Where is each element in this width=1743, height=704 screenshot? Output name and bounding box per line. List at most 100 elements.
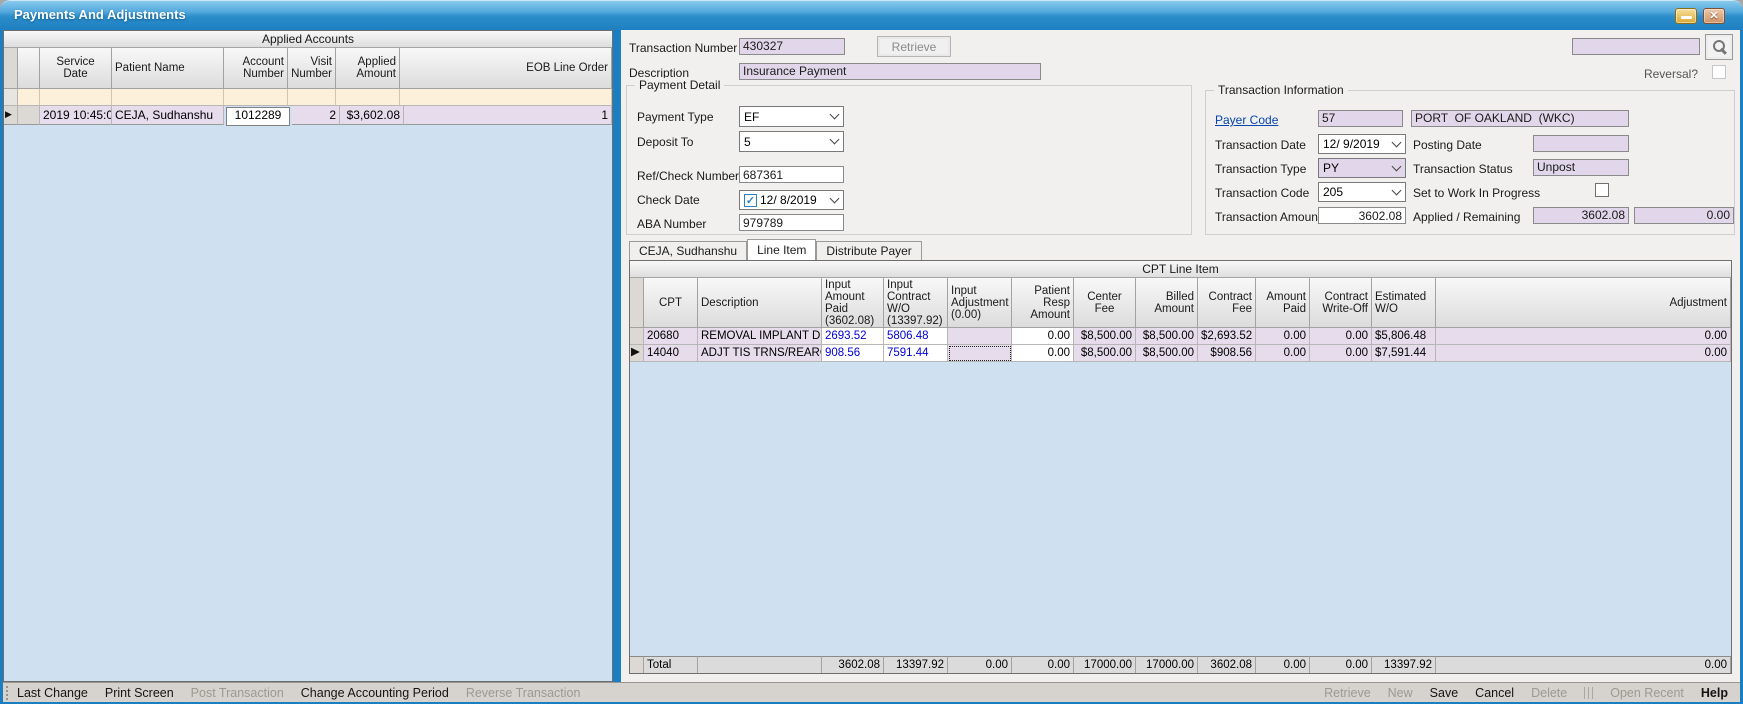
cell-description[interactable]: ADJT TIS TRNS/REARGM xyxy=(698,345,822,362)
posting-date-field xyxy=(1533,135,1629,152)
row-indicator-icon: ▶ xyxy=(4,106,18,125)
filter-cell[interactable] xyxy=(112,89,224,106)
filter-cell[interactable] xyxy=(288,89,336,106)
cell-contract-fee[interactable]: $908.56 xyxy=(1198,345,1256,362)
cell-input-contract-wo[interactable]: 5806.48 xyxy=(884,328,948,345)
main-area: Applied Accounts Service Date Patient Na… xyxy=(3,30,1740,682)
transaction-code-value: 205 xyxy=(1323,185,1389,199)
save-command[interactable]: Save xyxy=(1430,686,1459,700)
cell-patient-resp[interactable]: 0.00 xyxy=(1012,328,1074,345)
check-date-checkbox[interactable]: ✓ xyxy=(744,194,757,207)
payments-and-adjustments-window: Payments And Adjustments ✕ Applied Accou… xyxy=(0,0,1743,704)
reverse-transaction-command[interactable]: Reverse Transaction xyxy=(466,686,581,700)
cell-billed-amount[interactable]: $8,500.00 xyxy=(1136,328,1198,345)
filter-cell[interactable] xyxy=(40,89,112,106)
cancel-command[interactable]: Cancel xyxy=(1475,686,1514,700)
cell-adjustment[interactable]: 0.00 xyxy=(1436,328,1731,345)
open-recent-command[interactable]: Open Recent xyxy=(1610,686,1684,700)
ref-check-number-input[interactable] xyxy=(739,166,844,183)
transaction-amount-input[interactable] xyxy=(1318,207,1406,224)
cell-contract-fee[interactable]: $2,693.52 xyxy=(1198,328,1256,345)
applied-accounts-empty-area xyxy=(4,127,612,681)
filter-cell[interactable] xyxy=(336,89,400,106)
deposit-to-select[interactable]: 5 xyxy=(739,131,844,152)
tab-line-item[interactable]: Line Item xyxy=(747,239,816,260)
cell-billed-amount[interactable]: $8,500.00 xyxy=(1136,345,1198,362)
cell-estimated-wo[interactable]: $5,806.48 xyxy=(1372,328,1436,345)
search-button[interactable] xyxy=(1705,34,1733,60)
retrieve-button[interactable]: Retrieve xyxy=(877,36,951,57)
total-patient-resp: 0.00 xyxy=(1012,656,1074,673)
table-row[interactable]: ▶ 2019 10:45:0 CEJA, Sudhanshu 1012289 2… xyxy=(4,106,612,127)
cell-eob-line-order[interactable]: 1 xyxy=(404,106,612,125)
cell-applied-amount[interactable]: $3,602.08 xyxy=(340,106,404,125)
cell-input-contract-wo[interactable]: 7591.44 xyxy=(884,345,948,362)
table-row[interactable]: 20680 REMOVAL IMPLANT DEEP 2693.52 5806.… xyxy=(630,328,1731,345)
cell-description[interactable]: REMOVAL IMPLANT DEEP xyxy=(698,328,822,345)
cell-visit-number[interactable]: 2 xyxy=(292,106,340,125)
cell-estimated-wo[interactable]: $7,591.44 xyxy=(1372,345,1436,362)
transaction-date-label: Transaction Date xyxy=(1215,138,1306,152)
help-command[interactable]: Help xyxy=(1701,686,1728,700)
payment-type-select[interactable]: EF xyxy=(739,106,844,127)
last-change-command[interactable]: Last Change xyxy=(17,686,88,700)
cell-patient-name[interactable]: CEJA, Sudhanshu xyxy=(112,106,224,125)
cell-input-adjustment-focused[interactable] xyxy=(948,345,1012,362)
row-indicator-icon: ▶ xyxy=(630,345,644,362)
total-indicator-cell xyxy=(630,656,644,673)
post-transaction-command[interactable]: Post Transaction xyxy=(191,686,284,700)
cell-cpt[interactable]: 14040 xyxy=(644,345,698,362)
filter-cell[interactable] xyxy=(224,89,288,106)
delete-command[interactable]: Delete xyxy=(1531,686,1567,700)
cell-cpt[interactable]: 20680 xyxy=(644,328,698,345)
transaction-information-title: Transaction Information xyxy=(1214,83,1348,97)
cell-patient-resp[interactable]: 0.00 xyxy=(1012,345,1074,362)
tab-distribute-payer[interactable]: Distribute Payer xyxy=(816,241,921,260)
description-field[interactable]: Insurance Payment xyxy=(739,63,1041,80)
close-button[interactable]: ✕ xyxy=(1703,8,1725,24)
applied-accounts-grid: Applied Accounts Service Date Patient Na… xyxy=(3,30,613,682)
change-accounting-period-command[interactable]: Change Accounting Period xyxy=(301,686,449,700)
cell-center-fee[interactable]: $8,500.00 xyxy=(1074,345,1136,362)
cpt-line-item-grid: CPT Line Item CPT Description Input Amou… xyxy=(629,260,1732,674)
cell-input-amount-paid[interactable]: 908.56 xyxy=(822,345,884,362)
col-contract-fee: Contract Fee xyxy=(1198,278,1256,328)
transaction-code-select[interactable]: 205 xyxy=(1318,182,1406,202)
payer-code-field[interactable]: 57 xyxy=(1318,110,1403,127)
transaction-date-picker[interactable]: 12/ 9/2019 xyxy=(1318,134,1406,154)
cell-service-date[interactable]: 2019 10:45:0 xyxy=(40,106,112,125)
row-select-cell[interactable] xyxy=(18,106,40,125)
filter-cell[interactable] xyxy=(18,89,40,106)
panel-splitter[interactable] xyxy=(613,30,621,682)
col-billed-amount: Billed Amount xyxy=(1136,278,1198,328)
deposit-to-label: Deposit To xyxy=(637,135,693,149)
reversal-checkbox[interactable] xyxy=(1712,65,1726,79)
filter-cell[interactable] xyxy=(400,89,612,106)
transaction-type-select[interactable]: PY xyxy=(1318,158,1406,178)
check-date-picker[interactable]: ✓ 12/ 8/2019 xyxy=(739,190,844,210)
cell-adjustment[interactable]: 0.00 xyxy=(1436,345,1731,362)
aba-number-input[interactable] xyxy=(739,214,844,231)
cell-contract-writeoff[interactable]: 0.00 xyxy=(1310,328,1372,345)
filter-indicator-cell xyxy=(4,89,18,106)
print-screen-command[interactable]: Print Screen xyxy=(105,686,174,700)
cell-center-fee[interactable]: $8,500.00 xyxy=(1074,328,1136,345)
minimize-button[interactable] xyxy=(1675,8,1697,24)
wip-checkbox[interactable] xyxy=(1595,183,1609,197)
cell-contract-writeoff[interactable]: 0.00 xyxy=(1310,345,1372,362)
transaction-number-field[interactable]: 430327 xyxy=(739,38,845,55)
chevron-down-icon xyxy=(830,110,840,120)
cell-amount-paid[interactable]: 0.00 xyxy=(1256,328,1310,345)
tab-patient[interactable]: CEJA, Sudhanshu xyxy=(629,241,747,260)
new-command[interactable]: New xyxy=(1388,686,1413,700)
search-input[interactable] xyxy=(1572,38,1700,55)
payer-code-link[interactable]: Payer Code xyxy=(1215,113,1278,127)
applied-accounts-filter-row xyxy=(4,89,612,106)
cell-amount-paid[interactable]: 0.00 xyxy=(1256,345,1310,362)
retrieve-command[interactable]: Retrieve xyxy=(1324,686,1371,700)
cell-account-number[interactable]: 1012289 xyxy=(226,107,290,126)
cell-input-amount-paid[interactable]: 2693.52 xyxy=(822,328,884,345)
payment-type-value: EF xyxy=(744,110,827,124)
table-row[interactable]: ▶ 14040 ADJT TIS TRNS/REARGM 908.56 7591… xyxy=(630,345,1731,362)
cell-input-adjustment[interactable] xyxy=(948,328,1012,345)
